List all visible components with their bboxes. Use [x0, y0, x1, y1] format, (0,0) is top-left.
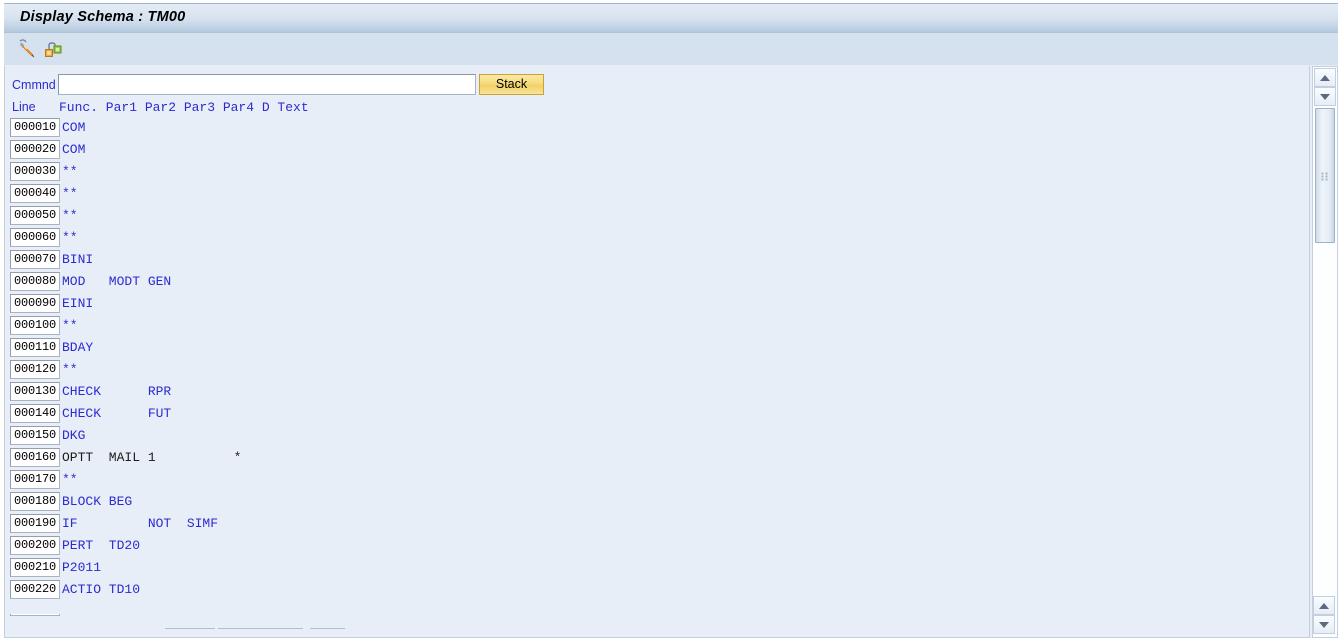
table-row: 000150 DKG — [5, 426, 1309, 448]
table-row: 000060 ** — [5, 228, 1309, 250]
row-underline-stub — [310, 628, 345, 629]
table-row: 000070 BINI — [5, 250, 1309, 272]
scrollbar-bottom-arrows[interactable] — [1312, 596, 1338, 638]
window-edge-bottom — [0, 638, 1342, 642]
scrollbar-grip-icon — [1321, 172, 1329, 180]
line-number-field[interactable]: 000050 — [10, 206, 60, 225]
scrollbar-thumb[interactable] — [1315, 108, 1335, 243]
window-edge-left — [0, 0, 4, 642]
schema-line-text[interactable]: CHECK FUT — [62, 405, 171, 422]
schema-line-text[interactable]: ** — [62, 317, 78, 334]
page-title: Display Schema : TM00 — [20, 9, 186, 25]
line-number-field[interactable]: 000040 — [10, 184, 60, 203]
table-row: 000170 ** — [5, 470, 1309, 492]
schema-line-text[interactable]: ** — [62, 229, 78, 246]
schema-hierarchy-icon[interactable] — [40, 36, 66, 62]
line-number-field[interactable]: 000100 — [10, 316, 60, 335]
line-number-field[interactable]: 000120 — [10, 360, 60, 379]
table-row: 000140 CHECK FUT — [5, 404, 1309, 426]
schema-line-text[interactable]: PERT TD20 — [62, 537, 140, 554]
schema-line-text[interactable]: COM — [62, 119, 85, 136]
command-label: Cmmnd — [12, 78, 56, 92]
table-row: 000200 PERT TD20 — [5, 536, 1309, 558]
table-row: 000030 ** — [5, 162, 1309, 184]
table-row: 000130 CHECK RPR — [5, 382, 1309, 404]
schema-line-text[interactable]: ** — [62, 163, 78, 180]
line-number-field[interactable]: 000140 — [10, 404, 60, 423]
line-number-field[interactable]: 000060 — [10, 228, 60, 247]
schema-line-text[interactable]: ** — [62, 207, 78, 224]
column-header-line: Line — [12, 100, 36, 114]
table-row: 000020 COM — [5, 140, 1309, 162]
schema-line-text[interactable]: ** — [62, 471, 78, 488]
table-row: 000110 BDAY — [5, 338, 1309, 360]
window-edge-right — [1338, 0, 1342, 642]
line-number-field[interactable]: 000200 — [10, 536, 60, 555]
column-headers: Line Func. Par1 Par2 Par3 Par4 D Text — [5, 100, 309, 117]
line-number-field[interactable]: 000110 — [10, 338, 60, 357]
line-number-field[interactable]: 000130 — [10, 382, 60, 401]
scroll-down-arrow[interactable] — [1314, 87, 1336, 106]
table-row: 000190 IF NOT SIMF — [5, 514, 1309, 536]
line-number-field[interactable]: 000190 — [10, 514, 60, 533]
title-bar: Display Schema : TM00 — [4, 3, 1338, 33]
command-row: Cmmnd Stack — [5, 74, 1309, 98]
scroll-up-arrow[interactable] — [1314, 68, 1336, 87]
line-number-partial[interactable] — [10, 614, 60, 616]
schema-line-text[interactable]: COM — [62, 141, 85, 158]
stack-button[interactable]: Stack — [479, 74, 544, 95]
sap-window: Display Schema : TM00 Cmmnd Stack Line F… — [0, 0, 1342, 642]
line-number-field[interactable]: 000020 — [10, 140, 60, 159]
schema-line-text[interactable]: BDAY — [62, 339, 93, 356]
schema-line-text[interactable]: IF NOT SIMF — [62, 515, 218, 532]
schema-line-text[interactable]: BINI — [62, 251, 93, 268]
table-row: 000160 OPTT MAIL 1 * — [5, 448, 1309, 470]
line-number-field[interactable]: 000030 — [10, 162, 60, 181]
display-change-icon[interactable] — [14, 36, 40, 62]
table-row: 000050 ** — [5, 206, 1309, 228]
schema-line-text[interactable]: DKG — [62, 427, 85, 444]
schema-line-text[interactable]: ** — [62, 361, 78, 378]
scroll-page-down-arrow[interactable] — [1313, 615, 1335, 634]
line-number-field[interactable]: 000070 — [10, 250, 60, 269]
line-number-field[interactable]: 000160 — [10, 448, 60, 467]
row-underline-stub — [165, 628, 215, 629]
line-number-field[interactable]: 000210 — [10, 558, 60, 577]
schema-content-panel: Cmmnd Stack Line Func. Par1 Par2 Par3 Pa… — [4, 66, 1310, 638]
line-number-field[interactable]: 000180 — [10, 492, 60, 511]
line-number-field[interactable]: 000220 — [10, 580, 60, 599]
table-row: 000080 MOD MODT GEN — [5, 272, 1309, 294]
line-number-field[interactable]: 000010 — [10, 118, 60, 137]
schema-line-text[interactable]: MOD MODT GEN — [62, 273, 171, 290]
table-row: 000180 BLOCK BEG — [5, 492, 1309, 514]
table-row: 000120 ** — [5, 360, 1309, 382]
column-headers-fields: Func. Par1 Par2 Par3 Par4 D Text — [59, 100, 309, 115]
table-row: 000090 EINI — [5, 294, 1309, 316]
schema-line-text[interactable]: P2011 — [62, 559, 101, 576]
table-row: 000220 ACTIO TD10 — [5, 580, 1309, 602]
table-row: 000040 ** — [5, 184, 1309, 206]
schema-line-text[interactable]: CHECK RPR — [62, 383, 171, 400]
line-number-field[interactable]: 000080 — [10, 272, 60, 291]
vertical-scrollbar[interactable] — [1312, 66, 1338, 638]
line-number-field[interactable]: 000090 — [10, 294, 60, 313]
table-row-partial — [5, 614, 1309, 636]
schema-line-text[interactable]: ACTIO TD10 — [62, 581, 140, 598]
row-underline-stub — [218, 628, 303, 629]
schema-line-text[interactable]: BLOCK BEG — [62, 493, 132, 510]
schema-line-text[interactable]: EINI — [62, 295, 93, 312]
schema-line-text[interactable]: OPTT MAIL 1 * — [62, 449, 241, 466]
schema-line-text[interactable]: ** — [62, 185, 78, 202]
command-input[interactable] — [58, 74, 476, 95]
line-number-field[interactable]: 000150 — [10, 426, 60, 445]
table-row: 000210 P2011 — [5, 558, 1309, 580]
table-row: 000010 COM — [5, 118, 1309, 140]
window-edge-top — [0, 0, 1342, 3]
scroll-page-up-arrow[interactable] — [1313, 596, 1335, 615]
line-number-field[interactable]: 000170 — [10, 470, 60, 489]
application-toolbar: © www.tutorialkart.com — [4, 33, 1338, 95]
schema-rows: 000010 COM 000020 COM 000030 ** 000040 ** 000050… — [5, 118, 1309, 602]
table-row: 000100 ** — [5, 316, 1309, 338]
